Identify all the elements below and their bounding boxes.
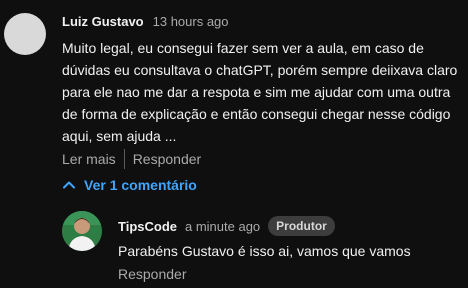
read-more-link[interactable]: Ler mais [62,151,116,167]
reply-body: TipsCode a minute ago Produtor Parabéns … [118,216,458,282]
chevron-up-icon [63,181,75,189]
view-replies-button[interactable]: Ver 1 comentário [62,174,197,196]
avatar[interactable] [4,13,46,55]
reply-button[interactable]: Responder [118,266,458,282]
reply-text: Parabéns Gustavo é isso ai, vamos que va… [118,243,411,259]
reply-header: TipsCode a minute ago Produtor [118,216,458,236]
comment-text: Muito legal, eu consegui fazer sem ver a… [62,40,458,144]
reply-author[interactable]: TipsCode [118,219,177,234]
comment-header: Luiz Gustavo 13 hours ago [62,14,462,34]
reply-time: a minute ago [185,218,261,234]
avatar-image [62,211,102,251]
comment-actions: Ler mais Responder [62,148,462,170]
avatar[interactable] [62,211,102,251]
comment-author[interactable]: Luiz Gustavo [62,14,144,29]
producer-badge: Produtor [268,216,335,236]
comment-body: Luiz Gustavo 13 hours ago Muito legal, e… [62,14,462,170]
comment-time: 13 hours ago [152,14,229,29]
view-replies-label: Ver 1 comentário [84,177,197,193]
divider [123,149,125,169]
reply-button[interactable]: Responder [133,151,202,167]
